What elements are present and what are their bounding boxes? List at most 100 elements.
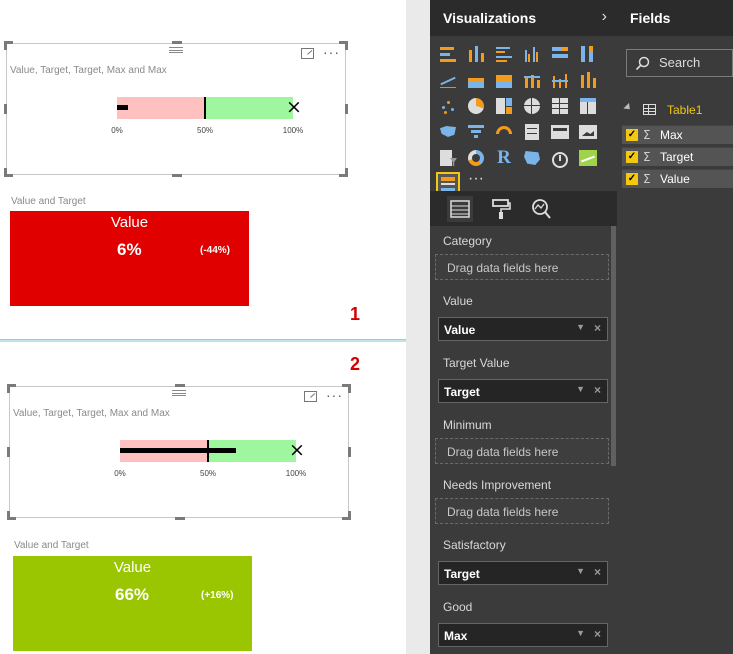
scatter-chart-icon[interactable] bbox=[438, 96, 458, 116]
custom-visual-chart-icon[interactable] bbox=[578, 148, 598, 168]
drop-zone-needs-improvement[interactable]: Drag data fields here bbox=[435, 498, 609, 524]
well-label-minimum: Minimum bbox=[443, 418, 492, 432]
analytics-magnifier-icon[interactable] bbox=[528, 196, 554, 222]
checkbox-checked-icon[interactable]: ✓ bbox=[626, 151, 638, 163]
resize-handle[interactable] bbox=[7, 447, 10, 457]
donut-chart-icon[interactable] bbox=[466, 148, 486, 168]
clustered-bar-chart-icon[interactable] bbox=[494, 44, 514, 64]
field-pill-good[interactable]: Max ▼ × bbox=[438, 623, 608, 647]
drop-zone-minimum[interactable]: Drag data fields here bbox=[435, 438, 609, 464]
wells-scrollbar[interactable] bbox=[611, 226, 616, 466]
line-and-clustered-column-chart-icon[interactable] bbox=[550, 70, 570, 90]
chevron-down-icon[interactable]: ▼ bbox=[576, 322, 585, 332]
close-icon[interactable]: × bbox=[594, 627, 601, 641]
field-item-value[interactable]: ✓ Σ Value bbox=[622, 169, 733, 188]
100-stacked-column-chart-icon[interactable] bbox=[578, 44, 598, 64]
100-stacked-bar-chart-icon[interactable] bbox=[550, 44, 570, 64]
close-icon[interactable]: × bbox=[594, 383, 601, 397]
resize-handle[interactable] bbox=[172, 174, 182, 177]
table-icon[interactable] bbox=[550, 96, 570, 116]
well-label-category: Category bbox=[443, 234, 492, 248]
field-item-max[interactable]: ✓ Σ Max bbox=[622, 125, 733, 144]
kpi-icon[interactable] bbox=[578, 122, 598, 142]
line-and-stacked-column-chart-icon[interactable] bbox=[522, 70, 542, 90]
chevron-down-icon[interactable]: ▼ bbox=[576, 384, 585, 394]
kpi-card-1[interactable]: Value 6% (-44%) bbox=[10, 211, 249, 306]
resize-handle[interactable] bbox=[7, 511, 16, 520]
kpi-card-2[interactable]: Value 66% (+16%) bbox=[13, 556, 252, 651]
resize-handle[interactable] bbox=[175, 517, 185, 520]
tick-label: 100% bbox=[282, 126, 304, 135]
table-node[interactable]: Table1 bbox=[623, 100, 733, 120]
clustered-column-chart-icon[interactable] bbox=[522, 44, 542, 64]
resize-handle[interactable] bbox=[342, 384, 351, 393]
resize-handle[interactable] bbox=[4, 41, 13, 50]
drop-zone-category[interactable]: Drag data fields here bbox=[435, 254, 609, 280]
more-visuals-icon[interactable]: ··· bbox=[466, 171, 486, 192]
drag-grip-icon[interactable] bbox=[172, 390, 186, 396]
resize-handle[interactable] bbox=[339, 41, 348, 50]
bullet-chart-visual-2[interactable]: ··· Value, Target, Target, Max and Max ×… bbox=[7, 384, 351, 520]
field-pill-label: Target bbox=[444, 567, 480, 581]
fields-tab-icon[interactable] bbox=[447, 196, 473, 222]
resize-handle[interactable] bbox=[4, 104, 7, 114]
collapse-caret-icon[interactable] bbox=[623, 102, 633, 113]
search-input[interactable] bbox=[659, 55, 729, 70]
chevron-right-icon[interactable]: › bbox=[602, 8, 607, 26]
visual-title: Value, Target, Target, Max and Max bbox=[10, 65, 167, 76]
line-chart-icon[interactable] bbox=[438, 70, 458, 90]
chevron-down-icon[interactable]: ▼ bbox=[576, 566, 585, 576]
pie-chart-icon[interactable] bbox=[466, 96, 486, 116]
resize-handle[interactable] bbox=[348, 447, 351, 457]
more-options-icon[interactable]: ··· bbox=[323, 45, 340, 59]
close-icon[interactable]: × bbox=[594, 321, 601, 335]
r-script-visual-icon[interactable]: R bbox=[494, 148, 514, 168]
report-canvas[interactable]: ··· Value, Target, Target, Max and Max ×… bbox=[0, 0, 406, 654]
stopwatch-icon[interactable] bbox=[550, 148, 570, 168]
field-pill-target[interactable]: Target ▼ × bbox=[438, 379, 608, 403]
value-bar bbox=[117, 105, 128, 110]
card-icon[interactable] bbox=[550, 122, 570, 142]
treemap-icon[interactable] bbox=[494, 96, 514, 116]
format-paint-roller-icon[interactable] bbox=[488, 196, 514, 222]
multi-row-card-icon[interactable] bbox=[522, 122, 542, 142]
focus-mode-icon[interactable] bbox=[304, 391, 317, 402]
close-icon[interactable]: × bbox=[594, 565, 601, 579]
funnel-chart-icon[interactable] bbox=[466, 122, 486, 142]
resize-handle[interactable] bbox=[172, 41, 182, 44]
bullet-chart-visual-1[interactable]: ··· Value, Target, Target, Max and Max ×… bbox=[4, 41, 348, 177]
map-globe-icon[interactable] bbox=[522, 96, 542, 116]
stacked-area-chart-icon[interactable] bbox=[494, 70, 514, 90]
field-pill-value[interactable]: Value ▼ × bbox=[438, 317, 608, 341]
field-name: Target bbox=[660, 150, 694, 164]
ribbon-chart-icon[interactable] bbox=[578, 70, 598, 90]
resize-handle[interactable] bbox=[342, 511, 351, 520]
stacked-column-chart-icon[interactable] bbox=[466, 44, 486, 64]
focus-mode-icon[interactable] bbox=[301, 48, 314, 59]
slicer-icon[interactable] bbox=[438, 148, 458, 168]
chevron-down-icon[interactable]: ▼ bbox=[576, 628, 585, 638]
matrix-icon[interactable] bbox=[578, 96, 598, 116]
checkbox-checked-icon[interactable]: ✓ bbox=[626, 129, 638, 141]
area-chart-icon[interactable] bbox=[466, 70, 486, 90]
checkbox-checked-icon[interactable]: ✓ bbox=[626, 173, 638, 185]
fields-search-box[interactable] bbox=[626, 49, 733, 77]
resize-handle[interactable] bbox=[175, 384, 185, 387]
tick-label: 0% bbox=[114, 469, 126, 478]
field-item-target[interactable]: ✓ Σ Target bbox=[622, 147, 733, 166]
more-options-icon[interactable]: ··· bbox=[326, 388, 343, 402]
field-pill-satisfactory[interactable]: Target ▼ × bbox=[438, 561, 608, 585]
filled-map-icon[interactable] bbox=[438, 122, 458, 142]
resize-handle[interactable] bbox=[339, 168, 348, 177]
stacked-bar-chart-icon[interactable] bbox=[438, 44, 458, 64]
target-marker bbox=[207, 440, 209, 462]
globe-map-icon[interactable] bbox=[522, 148, 542, 168]
drag-grip-icon[interactable] bbox=[169, 47, 183, 53]
canvas-gutter bbox=[406, 0, 430, 654]
gauge-icon[interactable] bbox=[494, 122, 514, 142]
resize-handle[interactable] bbox=[4, 168, 13, 177]
visualizations-pane: Visualizations › R ··· Category Drag dat… bbox=[430, 0, 617, 654]
resize-handle[interactable] bbox=[7, 384, 16, 393]
field-pill-label: Max bbox=[444, 629, 468, 643]
resize-handle[interactable] bbox=[345, 104, 348, 114]
